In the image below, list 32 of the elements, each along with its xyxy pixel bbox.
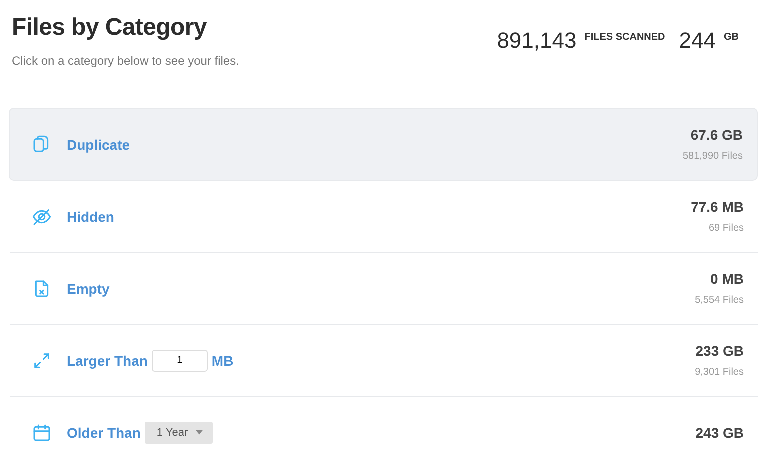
category-size: 0 MB [710, 271, 744, 287]
page-subtitle: Click on a category below to see your files. [12, 54, 240, 68]
unit-label: MB [212, 352, 234, 368]
stat-value: 891,143 [497, 28, 577, 54]
category-size: 77.6 MB [691, 199, 744, 215]
category-size: 233 GB [696, 343, 744, 359]
expand-arrows-icon [32, 350, 52, 370]
size-input[interactable]: 1 [152, 350, 208, 372]
calendar-icon [32, 422, 52, 442]
category-row[interactable]: Hidden 77.6 MB 69 Files [10, 181, 758, 253]
category-row[interactable]: Older Than 1 Year 243 GB [10, 397, 758, 450]
category-row[interactable]: Empty 0 MB 5,554 Files [10, 253, 758, 325]
file-count: 9,301 Files [695, 367, 744, 378]
stat-unit: GB [724, 32, 739, 43]
file-count: 5,554 Files [695, 295, 744, 306]
category-row[interactable]: Larger Than 1 MB 233 GB 9,301 Files [10, 325, 758, 397]
category-label: Empty [67, 280, 110, 296]
category-label: Older Than [67, 424, 141, 440]
caret-icon [196, 430, 204, 435]
file-count: 69 Files [708, 223, 744, 234]
category-label: Duplicate [67, 136, 130, 152]
category-row[interactable]: Duplicate 67.6 GB 581,990 Files [9, 108, 758, 181]
category-size: 67.6 GB [690, 127, 743, 143]
category-size: 243 GB [696, 424, 744, 440]
eye-slash-icon [32, 206, 52, 226]
page-title: Files by Category [12, 14, 208, 42]
stat-value: 244 [679, 28, 716, 54]
file-count: 581,990 Files [682, 151, 743, 162]
category-label: Hidden [67, 208, 114, 224]
age-dropdown[interactable]: 1 Year [144, 422, 214, 444]
category-label: Larger Than [67, 352, 148, 368]
stat-unit: FILES SCANNED [584, 32, 666, 43]
